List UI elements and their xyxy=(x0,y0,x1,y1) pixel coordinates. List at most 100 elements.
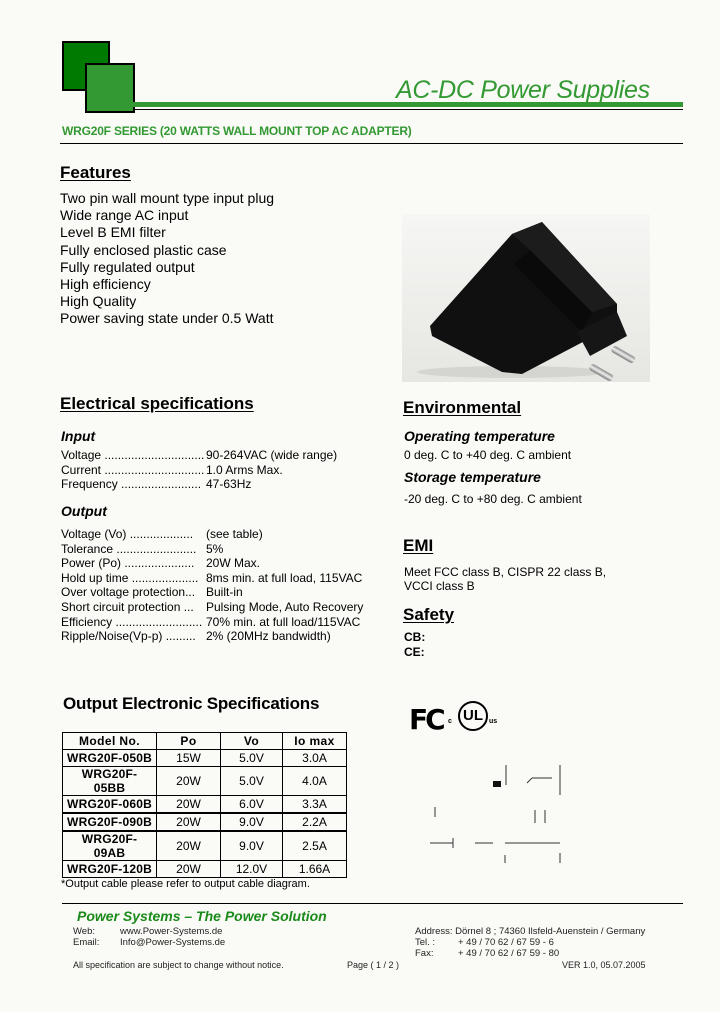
spec-value: 1.0 Arms Max. xyxy=(206,462,283,477)
input-heading: Input xyxy=(61,428,96,444)
product-photo xyxy=(402,214,650,382)
table-row: WRG20F-05BB 20W 5.0V 4.0A xyxy=(62,766,347,796)
cell-po: 20W xyxy=(156,795,221,814)
table-row: WRG20F-09AB 20W 9.0V 2.5A xyxy=(62,830,347,861)
cell-io: 2.2A xyxy=(282,812,347,832)
features-list: Two pin wall mount type input plug Wide … xyxy=(60,190,274,328)
email-label: Email: xyxy=(73,937,100,948)
feature-item: High efficiency xyxy=(60,276,151,293)
cell-vo: 12.0V xyxy=(220,860,283,878)
spec-key: Frequency ........................ xyxy=(61,477,202,492)
cell-vo: 9.0V xyxy=(220,812,283,832)
feature-item: Wide range AC input xyxy=(60,207,189,224)
spec-value: (see table) xyxy=(206,527,263,541)
spec-key: Ripple/Noise(Vp-p) ......... xyxy=(61,629,196,644)
company-slogan: Power Systems – The Power Solution xyxy=(77,908,327,924)
feature-item: High Quality xyxy=(60,293,137,310)
feature-item: Fully enclosed plastic case xyxy=(60,241,227,258)
cell-io: 3.0A xyxy=(282,749,347,767)
column-header: Io max xyxy=(282,732,347,750)
ul-us-mark: us xyxy=(489,718,498,725)
emi-heading: EMI xyxy=(403,536,434,555)
environmental-heading: Environmental xyxy=(403,398,522,417)
cell-model: WRG20F-060B xyxy=(62,795,157,814)
safety-cb: CB: xyxy=(404,630,426,644)
cell-vo: 9.0V xyxy=(220,830,283,861)
fcc-logo-icon: FC xyxy=(409,703,446,736)
spec-row: Short circuit protection ... Pulsing Mode… xyxy=(61,600,363,615)
output-spec-table: Model No. Po Vo Io max WRG20F-050B 15W 5… xyxy=(62,732,347,878)
emi-line-1: Meet FCC class B, CISPR 22 class B, xyxy=(404,565,607,579)
web-link[interactable]: www.Power-Systems.de xyxy=(120,926,222,937)
cell-io: 1.66A xyxy=(282,860,347,878)
page-number: Page ( 1 / 2 ) xyxy=(347,960,400,970)
features-heading: Features xyxy=(60,163,131,182)
ac-adapter-image xyxy=(402,214,650,382)
version: VER 1.0, 05.07.2005 xyxy=(562,960,646,970)
spec-value: 20W Max. xyxy=(206,556,261,571)
table-row: WRG20F-090B 20W 9.0V 2.2A xyxy=(62,812,347,832)
spec-row: Voltage (Vo) ................... (see tab… xyxy=(61,527,363,542)
spec-row: Hold up time .................... 8ms min… xyxy=(61,571,363,586)
spec-row: Tolerance ........................ 5% xyxy=(61,542,363,557)
feature-item: Two pin wall mount type input plug xyxy=(60,190,275,206)
page-title: AC-DC Power Supplies xyxy=(396,76,650,104)
spec-row: Frequency ........................ 47-63H… xyxy=(61,477,337,492)
emi-line-2: VCCI class B xyxy=(404,579,475,593)
logo-square-light xyxy=(85,63,135,113)
spec-row: Current .............................. 1.… xyxy=(61,463,337,478)
spec-key: Over voltage protection... xyxy=(61,585,196,600)
disclaimer: All specification are subject to change … xyxy=(73,960,284,970)
spec-value: 2% (20MHz bandwidth) xyxy=(206,629,331,644)
spec-key: Tolerance ........................ xyxy=(61,541,197,556)
footer-rule xyxy=(62,903,683,904)
series-rule xyxy=(60,143,683,144)
output-heading: Output xyxy=(61,503,107,519)
safety-heading: Safety xyxy=(403,605,455,624)
spec-key: Short circuit protection ... xyxy=(61,599,194,614)
series-subtitle: WRG20F SERIES (20 WATTS WALL MOUNT TOP A… xyxy=(62,124,412,138)
table-row: WRG20F-060B 20W 6.0V 3.3A xyxy=(62,795,347,814)
electrical-heading: Electrical specifications xyxy=(60,394,254,413)
cell-po: 15W xyxy=(156,749,221,767)
column-header: Po xyxy=(156,732,221,750)
cell-vo: 6.0V xyxy=(220,795,283,814)
spec-row: Over voltage protection... Built-in xyxy=(61,585,363,600)
spec-key: Voltage (Vo) ................... xyxy=(61,527,194,541)
spec-key: Efficiency .......................... xyxy=(61,614,203,629)
cell-po: 20W xyxy=(156,860,221,878)
spec-key: Hold up time .................... xyxy=(61,570,199,585)
storage-temp-value: -20 deg. C to +80 deg. C ambient xyxy=(404,492,582,506)
spec-key: Voltage .............................. xyxy=(61,448,205,462)
cell-model: WRG20F-090B xyxy=(62,812,157,832)
table-header-row: Model No. Po Vo Io max xyxy=(62,732,347,750)
column-header: Model No. xyxy=(62,732,157,750)
column-header: Vo xyxy=(220,732,283,750)
address: Address: Dörnel 8 ; 74360 Ilsfeld-Auenst… xyxy=(415,926,646,937)
spec-key: Power (Po) ..................... xyxy=(61,556,195,571)
spec-value: 5% xyxy=(206,541,224,556)
spec-value: Pulsing Mode, Auto Recovery xyxy=(206,599,364,614)
email-link[interactable]: Info@Power-Systems.de xyxy=(120,937,225,948)
spec-row: Efficiency .......................... 70%… xyxy=(61,615,363,630)
spec-value: 90-264VAC (wide range) xyxy=(206,448,338,462)
ul-logo-icon: UL xyxy=(458,701,488,731)
feature-item: Level B EMI filter xyxy=(60,224,166,241)
fax-value: + 49 / 70 62 / 67 59 - 80 xyxy=(458,948,560,959)
table-row: WRG20F-120B 20W 12.0V 1.66A xyxy=(62,860,347,878)
storage-temp-heading: Storage temperature xyxy=(404,469,541,485)
cell-model: WRG20F-120B xyxy=(62,860,157,878)
cell-po: 20W xyxy=(156,812,221,832)
input-spec-list: Voltage .............................. 90… xyxy=(61,448,337,492)
cell-po: 20W xyxy=(156,830,221,861)
cell-vo: 5.0V xyxy=(220,749,283,767)
output-table-heading: Output Electronic Specifications xyxy=(63,694,320,713)
safety-ce: CE: xyxy=(404,645,425,659)
spec-value: 47-63Hz xyxy=(206,477,252,492)
spec-row: Power (Po) ..................... 20W Max. xyxy=(61,556,363,571)
fax-label: Fax: xyxy=(415,948,434,959)
output-spec-list: Voltage (Vo) ................... (see tab… xyxy=(61,527,363,644)
spec-value: 8ms min. at full load, 115VAC xyxy=(206,570,363,585)
feature-item: Fully regulated output xyxy=(60,258,195,275)
operating-temp-value: 0 deg. C to +40 deg. C ambient xyxy=(404,448,572,462)
